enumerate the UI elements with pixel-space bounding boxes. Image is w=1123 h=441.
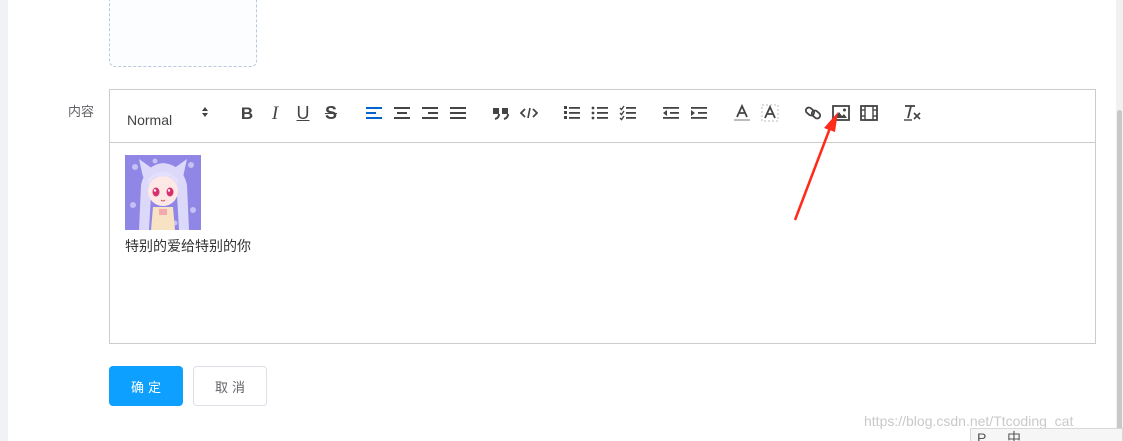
rich-text-editor[interactable]: Normal B I U S 特别的爱给特别的你	[109, 89, 1096, 344]
content-label: 内容	[68, 104, 95, 119]
quote-icon	[493, 108, 509, 120]
strike-button[interactable]: S	[320, 102, 342, 124]
ime-mode-chinese[interactable]: 中	[1007, 429, 1021, 441]
bold-button[interactable]: B	[236, 102, 258, 124]
watermark-text: https://blog.csdn.net/Ttcoding_cat	[864, 413, 1074, 429]
editor-content[interactable]: 特别的爱给特别的你	[125, 155, 1075, 256]
ime-toolbar[interactable]: P 中	[970, 428, 1123, 441]
outdent-button[interactable]	[660, 102, 682, 124]
bullet-list-button[interactable]	[589, 102, 611, 124]
bullet-list-icon	[591, 106, 608, 120]
align-justify-button[interactable]	[447, 102, 469, 124]
confirm-button[interactable]: 确定	[109, 366, 183, 406]
align-left-icon	[366, 107, 382, 119]
editor-toolbar: Normal B I U S	[110, 90, 1095, 143]
video-icon	[860, 105, 878, 121]
image-icon	[832, 105, 850, 121]
header-select[interactable]: Normal	[127, 112, 172, 128]
check-list-icon	[619, 105, 636, 121]
insert-image-button[interactable]	[830, 102, 852, 124]
align-center-icon	[394, 107, 410, 119]
blockquote-button[interactable]	[490, 102, 512, 124]
indent-icon	[691, 107, 707, 119]
anime-avatar-image	[125, 155, 201, 230]
insert-video-button[interactable]	[858, 102, 880, 124]
clean-format-button[interactable]	[901, 102, 923, 124]
ordered-list-icon	[564, 106, 580, 119]
bold-icon: B	[240, 103, 254, 123]
clean-format-icon	[904, 105, 921, 121]
scrollbar-thumb[interactable]	[1117, 110, 1122, 441]
underline-button[interactable]: U	[292, 102, 314, 124]
align-justify-icon	[450, 107, 466, 119]
check-list-button[interactable]	[617, 102, 639, 124]
editor-text: 特别的爱给特别的你	[125, 238, 251, 254]
align-left-button[interactable]	[363, 102, 385, 124]
italic-icon: I	[271, 102, 279, 124]
cancel-button[interactable]: 取消	[193, 366, 267, 406]
image-upload-box[interactable]	[109, 0, 257, 67]
align-center-button[interactable]	[391, 102, 413, 124]
italic-button[interactable]: I	[264, 102, 286, 124]
ime-mode-p[interactable]: P	[977, 429, 986, 441]
text-color-icon	[734, 104, 750, 121]
underline-icon: U	[296, 103, 310, 123]
outdent-icon	[663, 107, 679, 119]
indent-button[interactable]	[688, 102, 710, 124]
link-icon	[804, 106, 822, 120]
background-color-button[interactable]	[759, 102, 781, 124]
code-block-button[interactable]	[518, 102, 540, 124]
align-right-button[interactable]	[419, 102, 441, 124]
select-arrows-icon[interactable]	[200, 104, 210, 120]
link-button[interactable]	[802, 102, 824, 124]
align-right-icon	[422, 107, 438, 119]
text-color-button[interactable]	[731, 102, 753, 124]
background-color-icon	[761, 104, 779, 122]
strike-icon: S	[324, 103, 337, 123]
code-icon	[520, 107, 538, 119]
ordered-list-button[interactable]	[561, 102, 583, 124]
